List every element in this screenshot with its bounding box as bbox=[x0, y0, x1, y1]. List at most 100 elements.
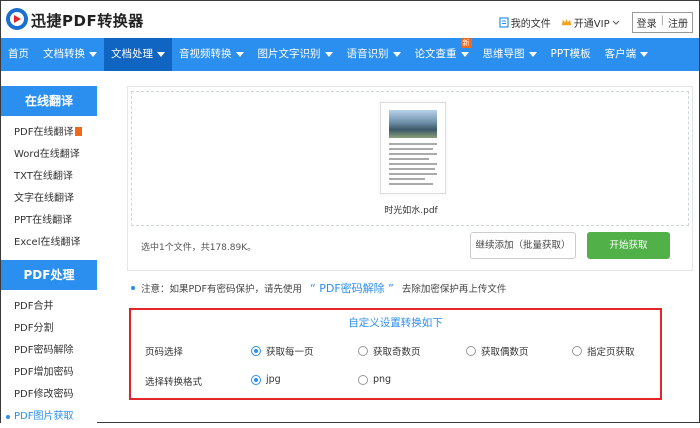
sidebar-item-word-translate[interactable]: Word在线翻译 bbox=[1, 144, 97, 166]
radio-selected[interactable] bbox=[251, 374, 261, 385]
sidebar-item-pdf-change-password[interactable]: PDF修改密码 bbox=[1, 384, 97, 406]
chevron-down-icon bbox=[612, 20, 620, 25]
file-name: 时光如水.pdf bbox=[384, 206, 438, 216]
caret-down-icon bbox=[640, 51, 649, 57]
sidebar-item-pdf-translate[interactable]: PDF在线翻译 bbox=[1, 122, 97, 144]
thumbnail-line bbox=[389, 183, 433, 185]
nav-label: 首页 bbox=[8, 48, 29, 60]
auth-box: 登录 | 注册 bbox=[631, 12, 693, 33]
caret-down-icon bbox=[324, 51, 333, 57]
caret-down-icon bbox=[157, 51, 165, 57]
nav-speech[interactable]: 语音识别 bbox=[340, 38, 408, 71]
top-links: 我的文件 开通VIP 登录 | 注册 bbox=[499, 12, 693, 33]
start-extract-button[interactable]: 开始获取 bbox=[587, 232, 670, 259]
bullet-dot bbox=[131, 286, 135, 290]
nav-label: 文档转换 bbox=[43, 48, 85, 60]
nav-doc-process[interactable]: 文档处理 bbox=[104, 38, 172, 71]
sidebar-item-label: Word在线翻译 bbox=[14, 149, 80, 160]
sidebar-item-label: TXT在线翻译 bbox=[14, 171, 73, 182]
page-option-custom[interactable]: 指定页获取 bbox=[572, 344, 635, 358]
my-files-link[interactable]: 我的文件 bbox=[499, 15, 551, 30]
sidebar-item-pdf-add-password[interactable]: PDF增加密码 bbox=[1, 362, 97, 384]
login-button[interactable]: 登录 bbox=[633, 13, 661, 32]
sidebar-item-ppt-translate[interactable]: PPT在线翻译 bbox=[1, 210, 97, 232]
sidebar-item-label: PDF增加密码 bbox=[14, 367, 74, 378]
page-option-even[interactable]: 获取偶数页 bbox=[466, 344, 529, 358]
sidebar-item-label: PDF合并 bbox=[14, 301, 54, 312]
nav-label: 客户端 bbox=[604, 48, 637, 60]
thumbnail-line bbox=[389, 153, 437, 155]
sidebar-item-pdf-image-extract[interactable]: PDF图片获取 bbox=[1, 406, 97, 428]
register-button[interactable]: 注册 bbox=[664, 13, 692, 32]
nav-label: 图片文字识别 bbox=[257, 48, 321, 60]
nav-label: 音视频转换 bbox=[179, 48, 232, 60]
radio-unselected[interactable] bbox=[572, 346, 582, 356]
nav-doc-convert[interactable]: 文档转换 bbox=[36, 38, 104, 71]
thumbnail-picture bbox=[389, 110, 437, 138]
nav-ppt-template[interactable]: PPT模板 bbox=[544, 38, 598, 71]
caret-down-icon bbox=[460, 51, 469, 57]
thumbnail-line bbox=[389, 148, 433, 150]
option-label: 获取奇数页 bbox=[373, 347, 421, 358]
new-badge: 新 bbox=[460, 38, 472, 48]
sidebar-item-txt-translate[interactable]: TXT在线翻译 bbox=[1, 166, 97, 188]
caret-down-icon bbox=[235, 51, 244, 57]
thumbnail-line bbox=[389, 143, 437, 145]
pdf-unlock-link[interactable]: “ PDF密码解除 ” bbox=[310, 282, 394, 295]
sidebar-item-label: Excel在线翻译 bbox=[14, 237, 81, 248]
sidebar-item-text-translate[interactable]: 文字在线翻译 bbox=[1, 188, 97, 210]
hot-icon bbox=[75, 127, 83, 136]
pdf-thumbnail[interactable] bbox=[380, 102, 446, 194]
nav-home[interactable]: 首页 bbox=[1, 38, 36, 71]
page-option-odd[interactable]: 获取奇数页 bbox=[358, 344, 421, 358]
caret-down-icon bbox=[392, 51, 401, 57]
page-option-all[interactable]: 获取每一页 bbox=[251, 344, 314, 358]
sidebar-item-pdf-merge[interactable]: PDF合并 bbox=[1, 296, 97, 318]
nav-ocr[interactable]: 图片文字识别 bbox=[251, 38, 340, 71]
settings-title: 自定义设置转换如下 bbox=[348, 317, 443, 329]
brand-name: 迅捷PDF转换器 bbox=[31, 12, 144, 30]
sidebar-item-label: 文字在线翻译 bbox=[14, 193, 74, 204]
nav-plagiarism[interactable]: 论文查重新 bbox=[408, 38, 476, 71]
nav-mindmap[interactable]: 思维导图 bbox=[476, 38, 544, 71]
sidebar-item-label: PDF密码解除 bbox=[14, 345, 74, 356]
thumbnail-line bbox=[389, 173, 437, 175]
option-label: 获取每一页 bbox=[266, 347, 314, 358]
conversion-settings: 自定义设置转换如下 页码选择 获取每一页 获取奇数页 获取偶数页 指定页获取 选… bbox=[129, 308, 662, 400]
format-option-png[interactable]: png bbox=[358, 374, 391, 385]
file-icon bbox=[499, 17, 509, 28]
file-drop-zone[interactable]: 时光如水.pdf bbox=[131, 91, 689, 226]
nav-label: 论文查重 bbox=[414, 48, 457, 60]
crown-icon bbox=[561, 18, 571, 26]
nav-label: 文档处理 bbox=[111, 48, 153, 60]
option-label: 获取偶数页 bbox=[481, 347, 529, 358]
sidebar-item-pdf-unlock[interactable]: PDF密码解除 bbox=[1, 340, 97, 362]
sidebar: 在线翻译 PDF在线翻译 Word在线翻译 TXT在线翻译 文字在线翻译 PPT… bbox=[1, 71, 97, 424]
my-files-label: 我的文件 bbox=[510, 19, 551, 30]
sidebar-item-pdf-split[interactable]: PDF分割 bbox=[1, 318, 97, 340]
add-more-button[interactable]: 继续添加（批量获取） bbox=[470, 232, 576, 259]
radio-unselected[interactable] bbox=[358, 346, 368, 356]
sidebar-item-label: PDF在线翻译 bbox=[14, 127, 74, 138]
radio-selected[interactable] bbox=[251, 346, 261, 356]
sidebar-list-translate: PDF在线翻译 Word在线翻译 TXT在线翻译 文字在线翻译 PPT在线翻译 … bbox=[1, 116, 97, 254]
sidebar-item-label: PPT在线翻译 bbox=[14, 215, 73, 226]
thumbnail-line bbox=[389, 158, 429, 160]
sidebar-item-label: PDF分割 bbox=[14, 323, 54, 334]
app-logo-icon bbox=[6, 8, 28, 30]
top-header: 迅捷PDF转换器 我的文件 开通VIP 登录 | 注册 bbox=[1, 1, 699, 38]
thumbnail-line bbox=[389, 163, 437, 165]
caret-down-icon bbox=[528, 51, 537, 57]
radio-unselected[interactable] bbox=[466, 346, 476, 356]
option-label: png bbox=[373, 374, 392, 385]
sidebar-item-excel-translate[interactable]: Excel在线翻译 bbox=[1, 232, 97, 254]
nav-label: PPT模板 bbox=[550, 48, 591, 60]
radio-unselected[interactable] bbox=[358, 374, 368, 385]
nav-av-convert[interactable]: 音视频转换 bbox=[172, 38, 251, 71]
nav-client[interactable]: 客户端 bbox=[598, 38, 656, 71]
option-label: 指定页获取 bbox=[587, 347, 635, 358]
format-select-label: 选择转换格式 bbox=[145, 377, 203, 388]
vip-link[interactable]: 开通VIP bbox=[561, 15, 622, 30]
format-option-jpg[interactable]: jpg bbox=[251, 374, 281, 385]
caret-down-icon bbox=[89, 51, 97, 57]
